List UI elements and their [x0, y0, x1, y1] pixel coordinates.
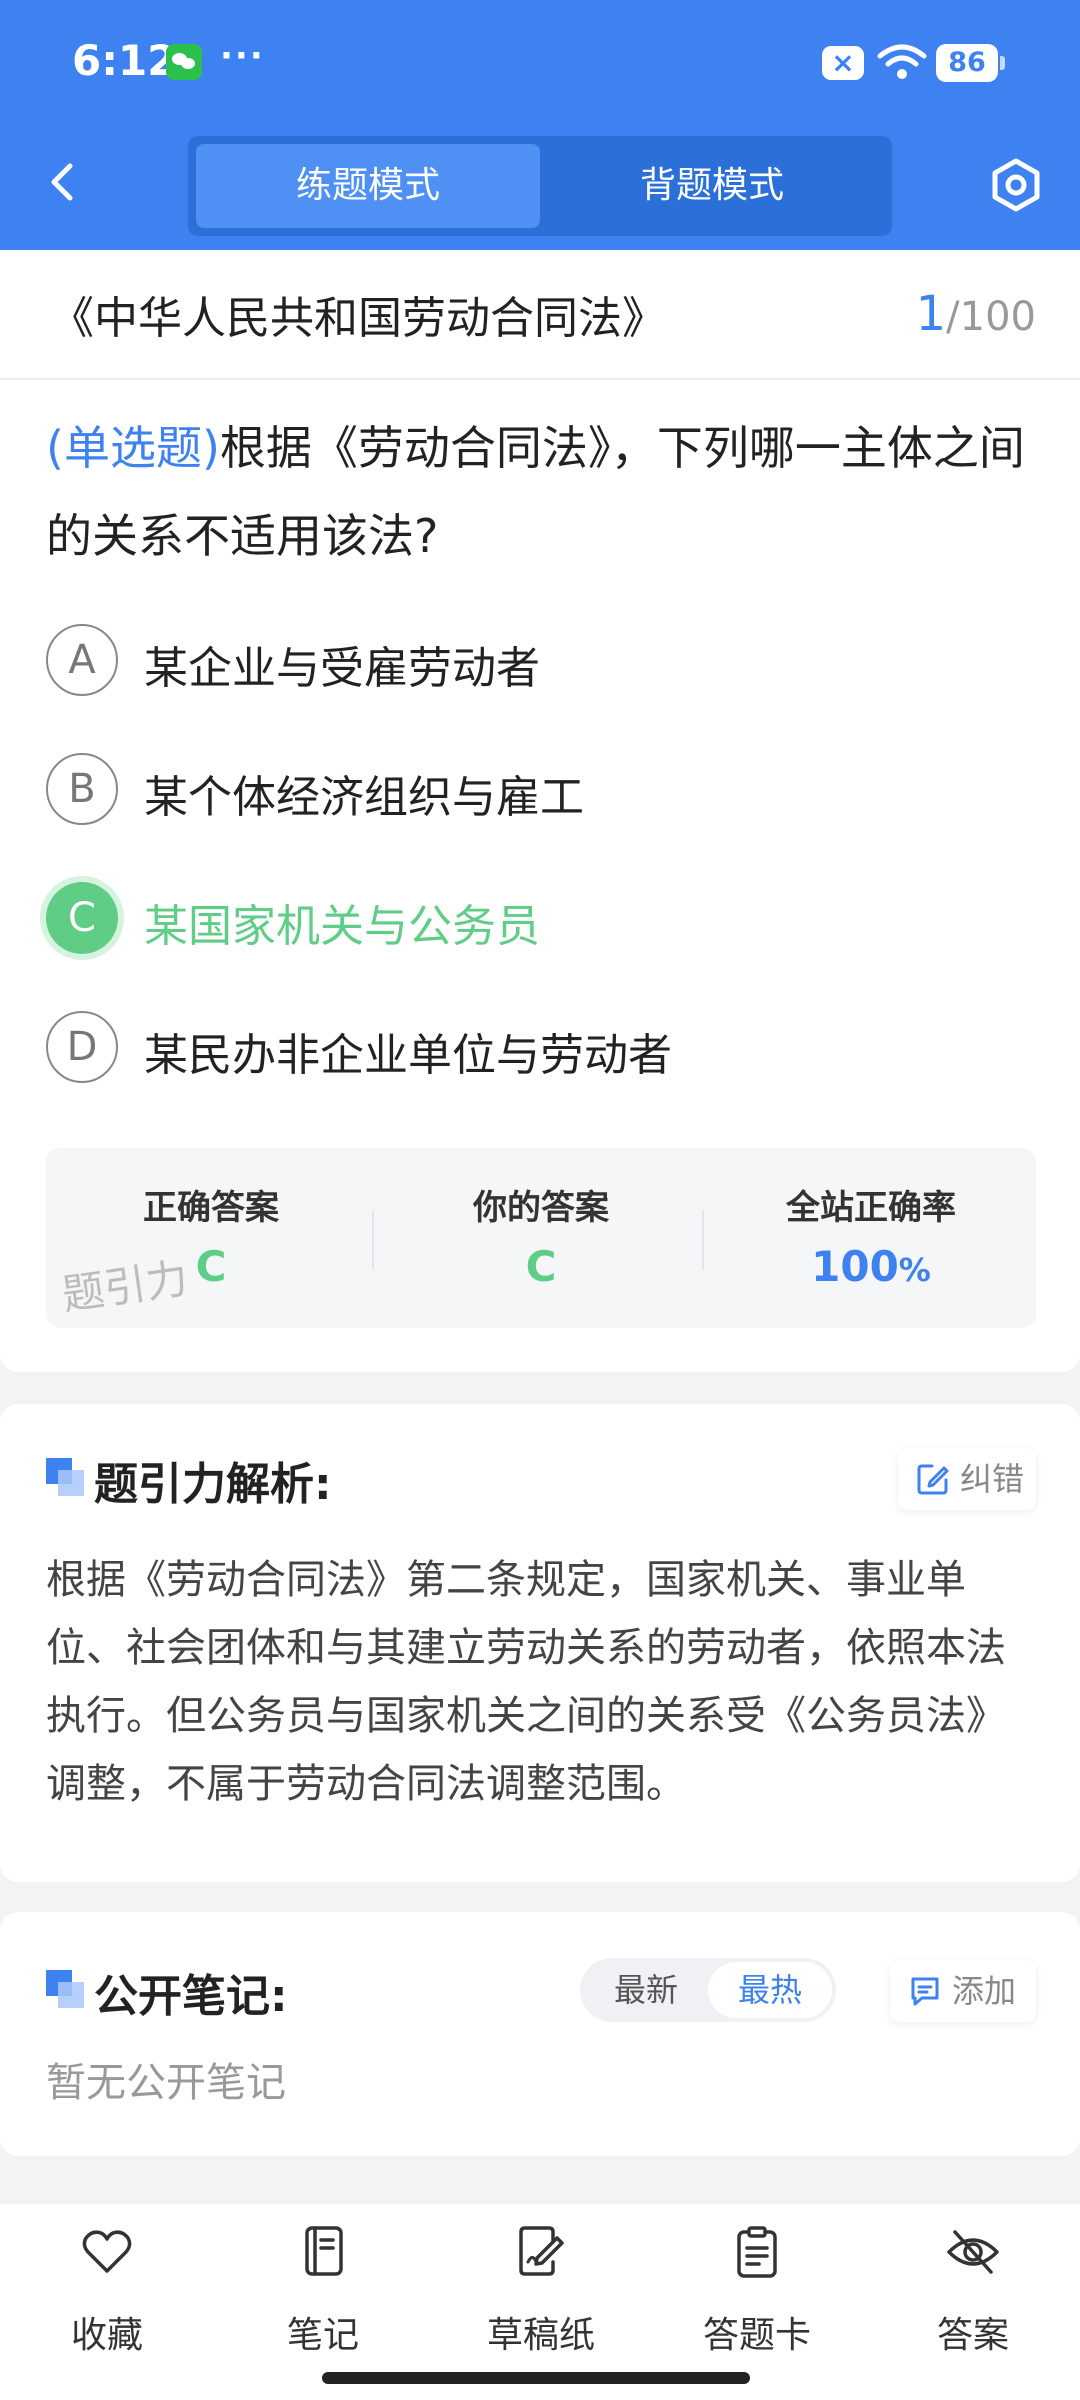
question-counter: 1/100 — [916, 286, 1036, 342]
tab-memorize-mode[interactable]: 背题模式 — [540, 144, 884, 228]
tab-practice-mode[interactable]: 练题模式 — [196, 144, 540, 228]
question-type: (单选题) — [46, 421, 220, 475]
app-header: 6:12 ··· × 86 练题模式 背题模式 — [0, 0, 1080, 250]
notebook-icon — [305, 2226, 343, 2276]
wifi-icon — [877, 44, 927, 79]
option-text: 某民办非企业单位与劳动者 — [144, 1030, 672, 1081]
draft-edit-icon — [519, 2226, 564, 2276]
divider — [372, 1210, 374, 1270]
add-note-button[interactable]: 添加 — [890, 1960, 1036, 2022]
report-error-button[interactable]: 纠错 — [898, 1448, 1036, 1510]
back-arrow-icon[interactable] — [40, 158, 88, 206]
accuracy-unit: % — [898, 1251, 931, 1289]
sort-latest[interactable]: 最新 — [584, 1962, 708, 2018]
favorite-button[interactable]: 收藏 — [32, 2224, 182, 2356]
correct-answer-label: 正确答案 — [143, 1188, 279, 1228]
total-questions: /100 — [946, 294, 1036, 340]
option-text: 某国家机关与公务员 — [144, 901, 540, 952]
analysis-title: 题引力解析: — [94, 1459, 332, 1510]
eye-off-icon — [947, 2230, 999, 2274]
your-answer-label: 你的答案 — [473, 1188, 609, 1228]
bottom-toolbar: 收藏 笔记 草稿纸 答题卡 答案 — [0, 2204, 1080, 2400]
heart-icon — [82, 2230, 132, 2273]
site-accuracy-value: 100% — [706, 1242, 1036, 1291]
mode-switch: 练题模式 背题模式 — [188, 136, 892, 236]
divider — [702, 1210, 704, 1270]
current-question-number: 1 — [915, 286, 947, 342]
option-letter: D — [46, 1011, 118, 1083]
accuracy-number: 100 — [811, 1242, 899, 1291]
question-set-title: 《中华人民共和国劳动合同法》 — [50, 293, 666, 344]
status-bar: 6:12 ··· × 86 — [0, 0, 1080, 120]
public-notes-title: 公开笔记: — [94, 1971, 288, 2022]
your-answer-value: C — [525, 1242, 557, 1291]
report-error-label: 纠错 — [960, 1460, 1025, 1498]
section-square-icon — [46, 1458, 84, 1496]
answer-sheet-label: 答题卡 — [702, 2315, 811, 2356]
draft-paper-label: 草稿纸 — [486, 2315, 595, 2356]
option-letter: A — [46, 624, 118, 696]
home-indicator — [322, 2372, 750, 2384]
battery-icon: 86 — [936, 44, 1005, 82]
status-time: 6:12 — [72, 36, 177, 85]
notes-button[interactable]: 笔记 — [248, 2224, 398, 2356]
question-text: (单选题)根据《劳动合同法》，下列哪一主体之间的关系不适用该法? — [46, 404, 1036, 580]
wechat-icon — [166, 44, 202, 80]
public-notes-card — [0, 1912, 1080, 2156]
answer-sheet-button[interactable]: 答题卡 — [682, 2224, 832, 2356]
answer-result-panel: 正确答案 C 你的答案 C 全站正确率 100% — [46, 1148, 1036, 1328]
answer-toggle-label: 答案 — [936, 2315, 1009, 2356]
option-letter: C — [46, 882, 118, 954]
option-text: 某个体经济组织与雇工 — [144, 772, 584, 823]
sort-hot[interactable]: 最热 — [708, 1962, 832, 2018]
answer-toggle-button[interactable]: 答案 — [898, 2224, 1048, 2356]
divider — [0, 378, 1080, 380]
settings-hex-icon[interactable] — [986, 155, 1046, 215]
favorite-label: 收藏 — [70, 2315, 143, 2356]
comment-icon — [911, 1977, 939, 2006]
edit-icon — [917, 1464, 949, 1495]
section-square-icon — [46, 1970, 84, 2008]
no-sim-icon: × — [822, 46, 864, 80]
site-accuracy-column: 全站正确率 100% — [706, 1148, 1036, 1328]
site-accuracy-label: 全站正确率 — [786, 1188, 956, 1228]
your-answer-column: 你的答案 C — [376, 1148, 706, 1328]
clipboard-icon — [737, 2226, 777, 2278]
more-notifications-icon: ··· — [220, 36, 265, 76]
notes-label: 笔记 — [286, 2315, 359, 2356]
analysis-text: 根据《劳动合同法》第二条规定，国家机关、事业单位、社会团体和与其建立劳动关系的劳… — [46, 1557, 1006, 1807]
option-text: 某企业与受雇劳动者 — [144, 643, 540, 694]
notes-sort-toggle: 最新 最热 — [580, 1958, 836, 2022]
option-letter: B — [46, 753, 118, 825]
draft-paper-button[interactable]: 草稿纸 — [466, 2224, 616, 2356]
add-note-label: 添加 — [952, 1972, 1017, 2010]
no-notes-text: 暂无公开笔记 — [46, 2060, 286, 2106]
